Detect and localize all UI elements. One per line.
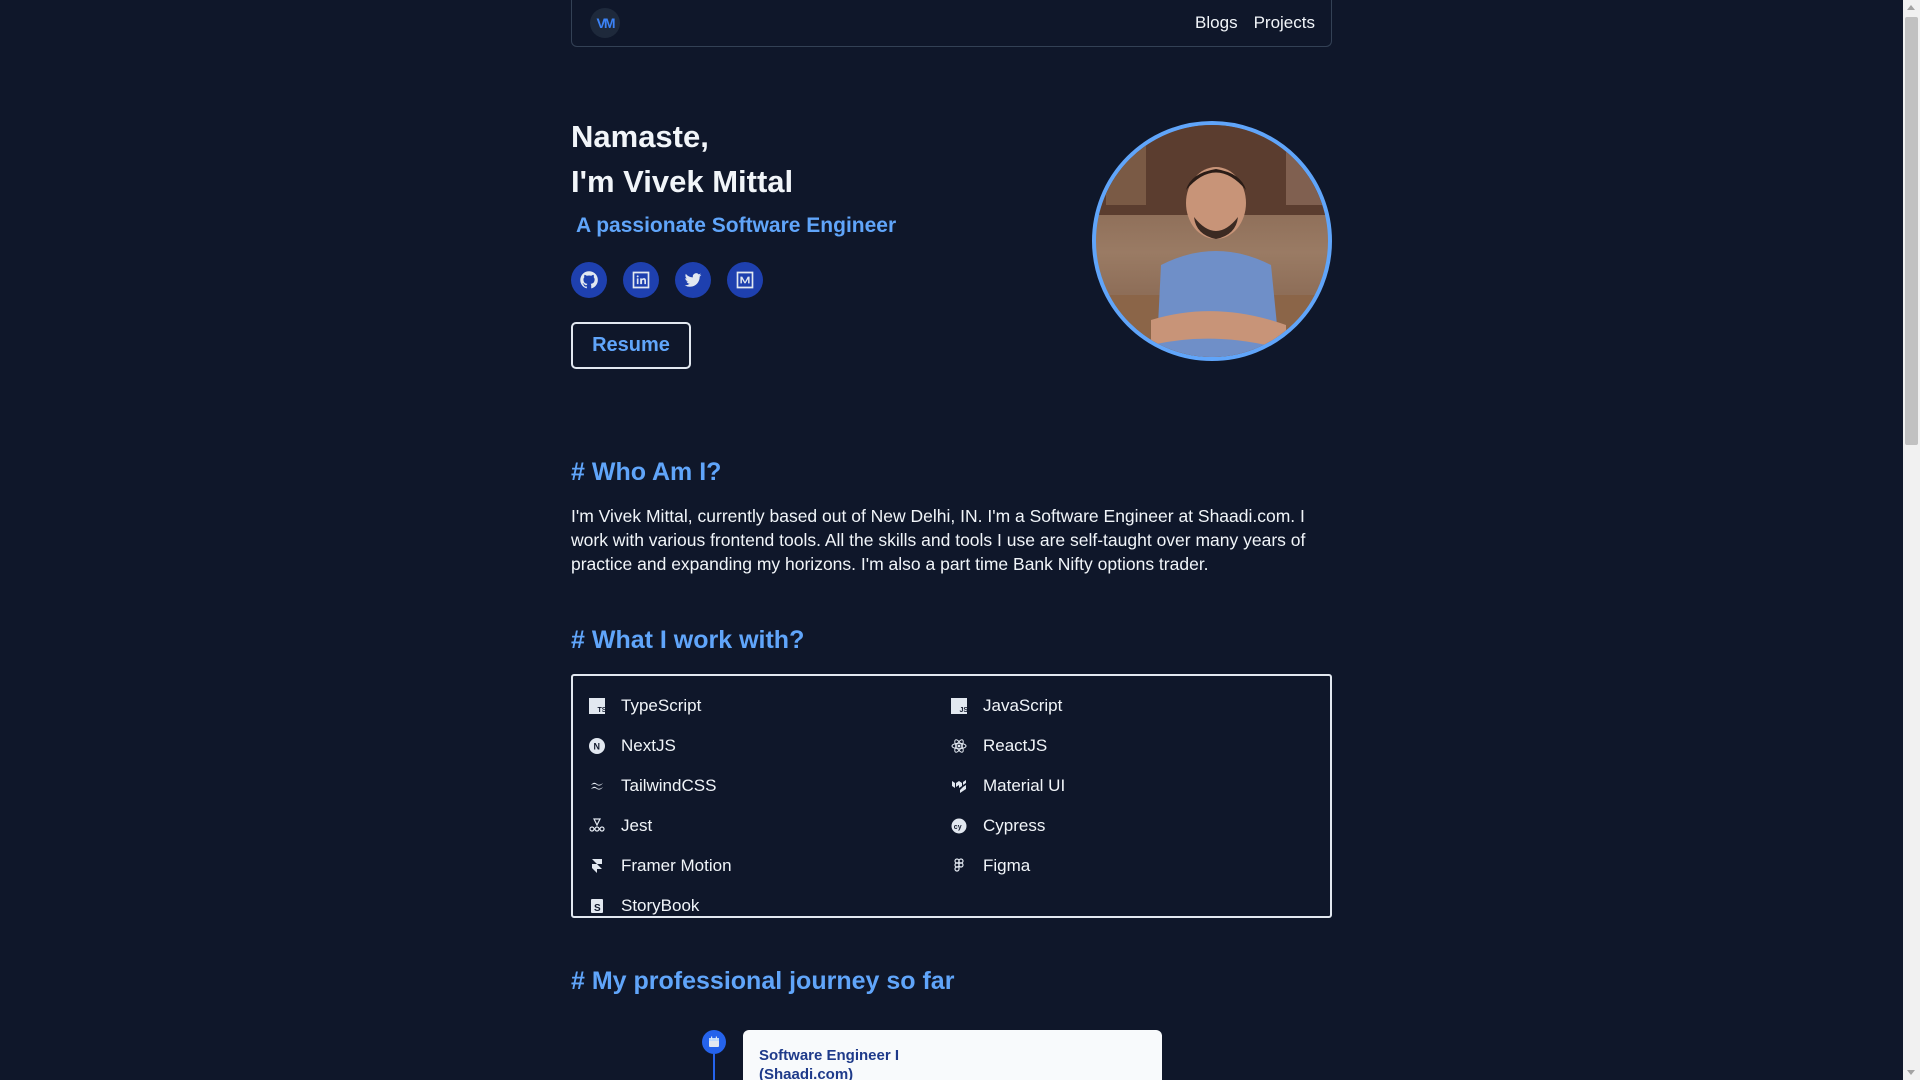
skill-item: JS JavaScript: [951, 686, 1313, 726]
skill-label: TypeScript: [621, 696, 702, 715]
linkedin-link[interactable]: [623, 262, 659, 298]
svg-text:TS: TS: [598, 707, 606, 714]
figma-icon: [954, 858, 964, 872]
about-text: I'm Vivek Mittal, currently based out of…: [571, 506, 1306, 574]
skill-label: TailwindCSS: [621, 776, 717, 795]
svg-text:S: S: [594, 903, 601, 914]
material-ui-icon: [952, 780, 966, 793]
nav-links: Blogs Projects: [1195, 13, 1315, 33]
javascript-icon: JS: [951, 698, 967, 714]
skill-label: Framer Motion: [621, 856, 732, 875]
svg-text:N: N: [594, 742, 601, 752]
skill-label: Figma: [983, 856, 1031, 875]
skill-item: TS TypeScript: [589, 686, 951, 726]
skill-label: Cypress: [983, 816, 1046, 835]
cypress-icon: cy: [951, 818, 967, 834]
react-icon: [951, 739, 967, 753]
scroll-up-icon[interactable]: [1907, 5, 1915, 10]
hero-greeting-line2: I'm Vivek Mittal: [571, 164, 794, 199]
github-icon: [580, 271, 598, 289]
timeline-line: [713, 1054, 715, 1080]
scroll-thumb[interactable]: [1905, 17, 1918, 445]
nextjs-icon: N: [589, 738, 605, 754]
page-scrollbar[interactable]: [1903, 0, 1920, 1080]
job-company: (Shaadi.com): [759, 1066, 854, 1080]
github-link[interactable]: [571, 262, 607, 298]
skill-item: Framer Motion: [589, 846, 951, 886]
nav-link-blogs[interactable]: Blogs: [1195, 13, 1238, 33]
social-links: [571, 262, 763, 298]
hero-greeting-line1: Namaste,: [571, 119, 709, 154]
profile-photo-illustration: [1096, 125, 1328, 357]
skill-item: TailwindCSS: [589, 766, 951, 806]
skill-label: Jest: [621, 816, 653, 835]
nav-link-projects[interactable]: Projects: [1254, 13, 1315, 33]
skill-label: NextJS: [621, 736, 676, 755]
skill-label: ReactJS: [983, 736, 1048, 755]
timeline-marker: [702, 1030, 726, 1054]
skill-item: S StoryBook: [589, 886, 951, 926]
navbar: VM Blogs Projects: [571, 0, 1332, 47]
skill-item: Material UI: [951, 766, 1313, 806]
twitter-icon: [684, 273, 702, 287]
skill-label: Material UI: [983, 776, 1066, 795]
about-title: # Who Am I?: [571, 458, 722, 486]
skill-item: Figma: [951, 846, 1313, 886]
jest-icon: [589, 818, 605, 832]
job-role: Software Engineer I: [759, 1047, 900, 1064]
twitter-link[interactable]: [675, 262, 711, 298]
skill-label: JavaScript: [983, 696, 1063, 715]
skill-label: StoryBook: [621, 896, 700, 915]
linkedin-icon: [632, 271, 650, 289]
skills-list: TS TypeScript JS JavaScript N NextJS Rea…: [571, 674, 1332, 918]
logo[interactable]: VM: [590, 8, 620, 38]
hero-heading: Namaste, I'm Vivek Mittal: [571, 114, 793, 204]
profile-photo: [1092, 121, 1332, 361]
typescript-icon: TS: [589, 698, 605, 714]
timeline-card: Software Engineer I (Shaadi.com): [743, 1030, 1162, 1080]
journey-title: # My professional journey so far: [571, 967, 955, 995]
calendar-icon: [709, 1036, 719, 1047]
skill-item: cy Cypress: [951, 806, 1313, 846]
skills-title: # What I work with?: [571, 626, 805, 654]
skill-item: N NextJS: [589, 726, 951, 766]
resume-button[interactable]: Resume: [571, 322, 691, 369]
svg-text:cy: cy: [954, 824, 962, 831]
skill-item: ReactJS: [951, 726, 1313, 766]
scroll-down-icon[interactable]: [1907, 1070, 1915, 1075]
medium-icon: [736, 271, 754, 289]
hero-subtitle: A passionate Software Engineer: [576, 214, 897, 237]
svg-text:JS: JS: [960, 707, 968, 714]
tailwind-icon: [591, 782, 603, 790]
skill-item: Jest: [589, 806, 951, 846]
medium-link[interactable]: [727, 262, 763, 298]
storybook-icon: S: [591, 899, 603, 914]
framer-icon: [592, 859, 602, 873]
